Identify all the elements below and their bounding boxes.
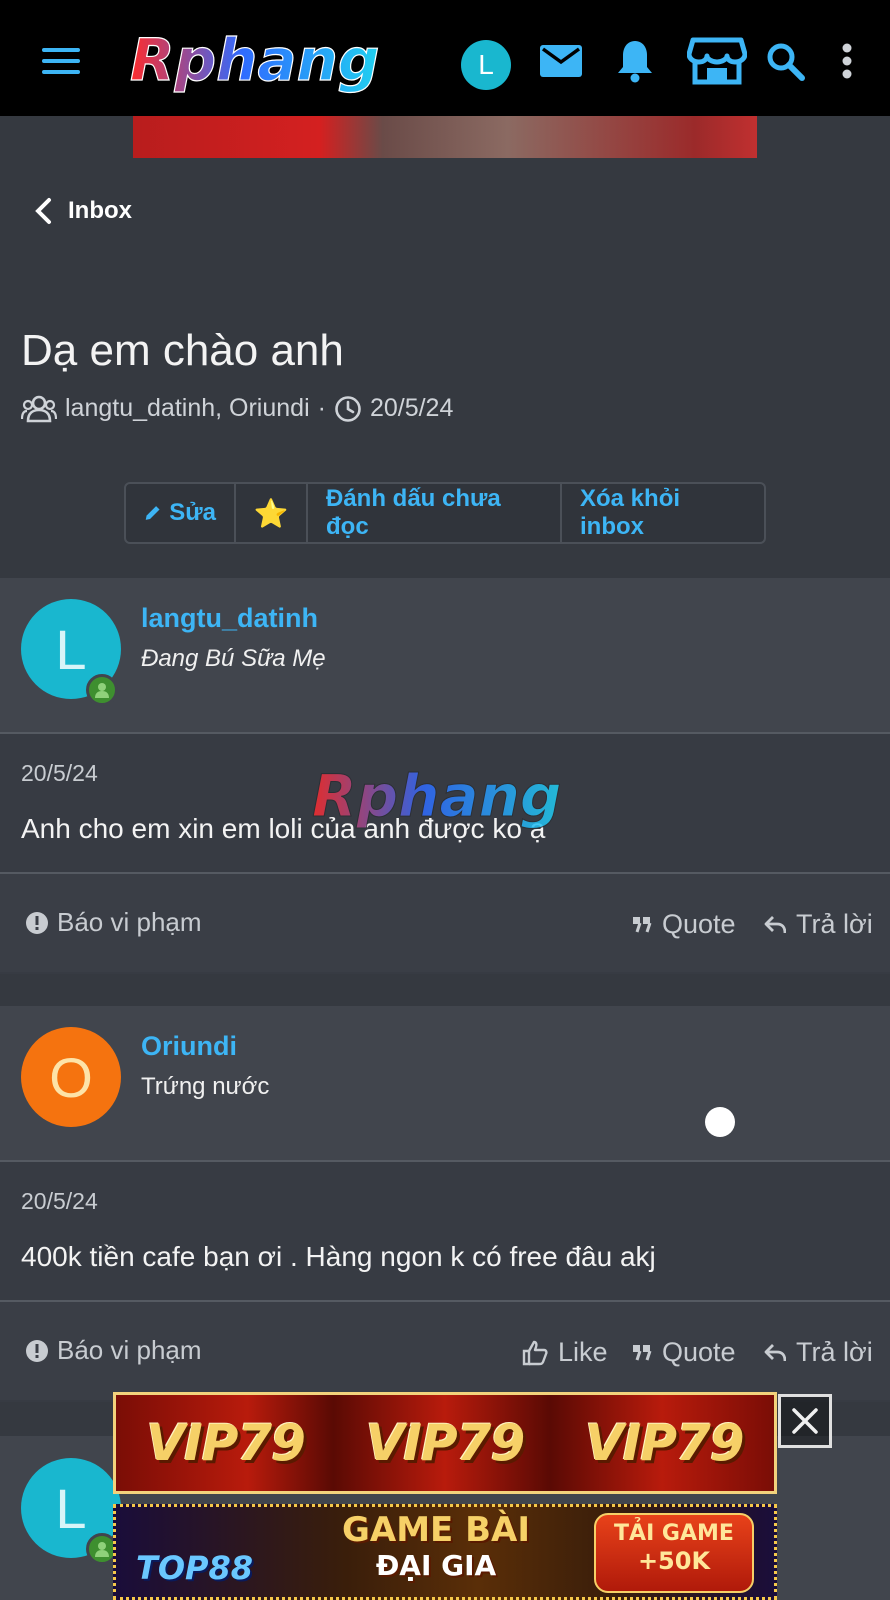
report-label: Báo vi phạm [57,1335,202,1365]
participants-link[interactable]: langtu_datinh, Oriundi [65,394,310,423]
message-footer: Báo vi phạm Like Quote Trả lời [0,1300,890,1400]
thumbs-up-icon [522,1340,548,1365]
report-label: Báo vi phạm [57,907,202,937]
conversation-title: Dạ em chào anh [21,326,344,375]
vip79-ad-banner[interactable]: VIP79 VIP79 VIP79 [113,1392,777,1494]
ad-game-bai-text: GAME BÀI [342,1510,530,1550]
message-username[interactable]: langtu_datinh [141,603,318,634]
user-title: Trứng nước [141,1073,270,1100]
reply-button[interactable]: Trả lời [764,1337,873,1368]
like-label: Like [558,1337,608,1367]
site-logo[interactable]: Rphang [128,26,398,96]
like-button[interactable]: Like [522,1337,608,1368]
avatar[interactable]: O [21,1027,121,1127]
message-header: L langtu_datinh Đang Bú Sữa Mẹ [0,578,890,734]
reply-label: Trả lời [796,909,873,939]
quote-label: Quote [662,1337,736,1367]
star-button[interactable]: ⭐ [236,484,308,542]
message-text: 400k tiền cafe bạn ơi . Hàng ngon k có f… [21,1241,656,1272]
quote-icon [633,916,652,932]
ad-vip79-text: VIP79 [146,1414,306,1472]
remove-from-inbox-button[interactable]: Xóa khỏi inbox [562,484,764,542]
svg-text:Rphang: Rphang [312,762,561,830]
avatar-initial: L [55,617,87,681]
quote-button[interactable]: Quote [632,909,736,940]
ad-tai-game-text: TẢI GAME [614,1521,734,1546]
mail-icon[interactable] [538,38,584,84]
more-options-icon[interactable] [824,38,870,84]
reply-label: Trả lời [796,1337,873,1367]
star-icon: ⭐ [253,497,289,529]
back-to-inbox-link[interactable]: Inbox [34,197,132,225]
ad-top88-text: TOP88 [136,1549,254,1587]
message-header: O Oriundi Trứng nước [0,1006,890,1162]
meta-separator: · [317,394,326,422]
conversation-date: 20/5/24 [369,394,454,422]
menu-icon[interactable] [38,38,84,84]
message-date[interactable]: 20/5/24 [21,760,98,787]
ad-download-button[interactable]: TẢI GAME +50K [594,1513,754,1593]
svg-text:Rphang: Rphang [130,26,379,94]
online-status-icon [86,674,118,706]
user-avatar[interactable]: L [461,40,511,90]
message: O Oriundi Trứng nước 20/5/24 400k tiền c… [0,1006,890,1402]
remove-label: Xóa khỏi inbox [580,485,681,540]
store-icon[interactable] [686,37,748,85]
message-date[interactable]: 20/5/24 [21,1188,98,1215]
back-label: Inbox [68,197,132,224]
pencil-icon [145,506,160,520]
report-link[interactable]: Báo vi phạm [25,1335,202,1366]
reply-icon [764,1343,786,1361]
clock-icon [335,395,361,422]
floating-touch-indicator [705,1107,735,1137]
close-icon [792,1408,818,1434]
quote-button[interactable]: Quote [632,1337,736,1368]
reply-icon [764,915,786,933]
ad-game-bai: GAME BÀI ĐẠI GIA [316,1510,556,1583]
ad-vip79-text: VIP79 [585,1414,745,1472]
top88-ad-banner[interactable]: TOP88 GAME BÀI ĐẠI GIA TẢI GAME +50K [113,1504,777,1600]
chevron-left-icon [35,198,51,224]
close-ad-button[interactable] [778,1394,832,1448]
alert-icon [26,1339,48,1362]
message-footer: Báo vi phạm Quote Trả lời [0,872,890,972]
search-icon[interactable] [762,38,808,84]
ad-dai-gia-text: ĐẠI GIA [375,1549,497,1583]
top-ad-banner[interactable] [133,116,757,158]
quote-label: Quote [662,909,736,939]
conversation-actions: Sửa ⭐ Đánh dấu chưa đọc Xóa khỏi inbox [124,482,766,544]
bell-icon[interactable] [612,38,658,84]
user-title: Đang Bú Sữa Mẹ [141,645,326,672]
conversation-meta: langtu_datinh, Oriundi · 20/5/24 [21,394,453,423]
user-avatar-initial: L [478,49,494,80]
edit-button[interactable]: Sửa [126,484,236,542]
avatar-initial: L [55,1476,87,1540]
report-link[interactable]: Báo vi phạm [25,907,202,938]
mark-unread-button[interactable]: Đánh dấu chưa đọc [308,484,562,542]
ad-vip79-text: VIP79 [365,1414,526,1472]
alert-icon [26,911,48,934]
top-navigation-bar: Rphang L [0,0,890,116]
ad-bonus-text: +50K [637,1547,711,1576]
edit-label: Sửa [169,499,216,526]
mark-unread-label: Đánh dấu chưa đọc [326,485,501,540]
users-icon [21,395,57,422]
message-username[interactable]: Oriundi [141,1031,237,1062]
avatar-initial: O [49,1045,93,1109]
watermark-logo: Rphang [312,762,562,831]
quote-icon [633,1344,652,1360]
reply-button[interactable]: Trả lời [764,909,873,940]
